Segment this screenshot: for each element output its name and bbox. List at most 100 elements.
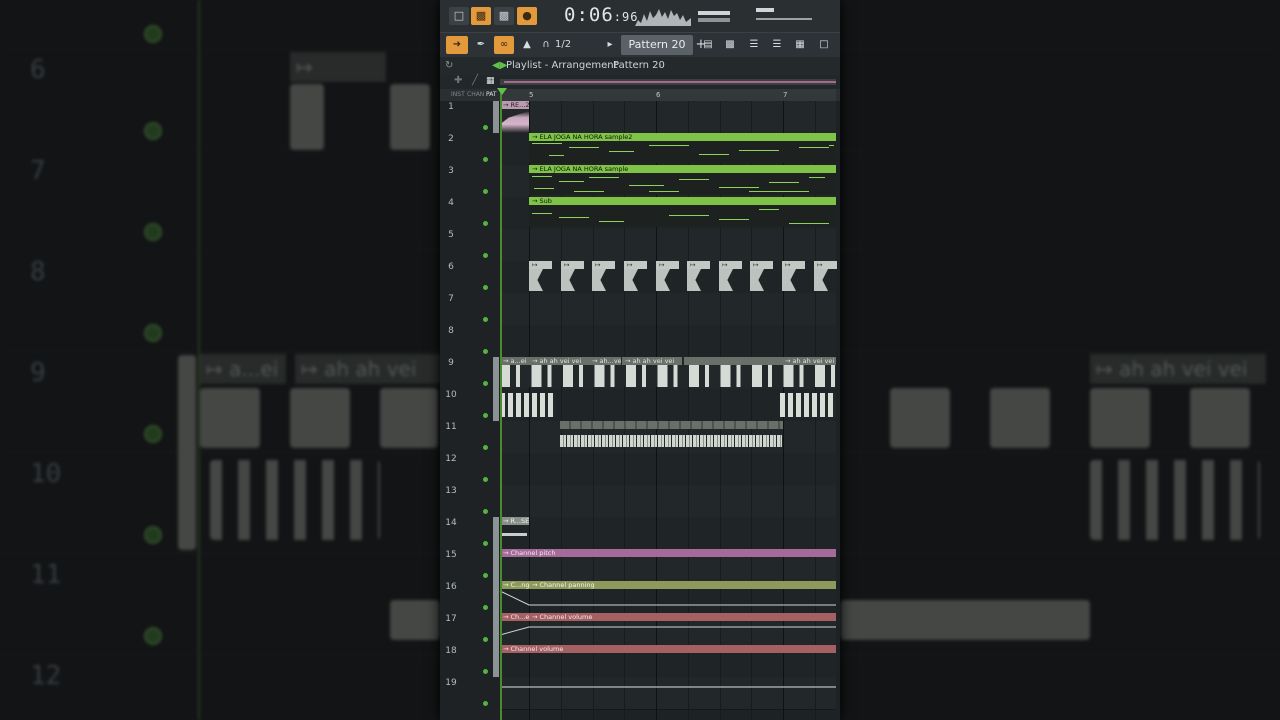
clip-header[interactable]: → Channel panning — [529, 581, 836, 589]
vocal-waveform[interactable] — [560, 435, 782, 447]
clip-body[interactable] — [529, 141, 836, 163]
time-display[interactable]: 0:06:96 — [564, 4, 638, 26]
clip-header[interactable]: → ah ah vei vei — [782, 357, 836, 365]
track-lane[interactable] — [500, 677, 836, 710]
track-mute-led[interactable] — [483, 413, 488, 418]
slice-icon[interactable]: ╱ — [472, 75, 478, 86]
clip-header[interactable]: ↦ — [656, 261, 679, 269]
clip-header[interactable]: ↦ — [750, 261, 773, 269]
playhead-handle-icon[interactable] — [497, 88, 507, 95]
vocal-waveform[interactable] — [500, 365, 836, 387]
clip-header[interactable]: → ah ah vei vei — [529, 357, 589, 365]
clip-header[interactable]: → a...ei — [500, 357, 529, 365]
tempo-button[interactable]: ▩ — [494, 7, 514, 25]
clip-header[interactable]: ↦ — [624, 261, 647, 269]
track-mute-led[interactable] — [483, 381, 488, 386]
clip-header[interactable] — [684, 357, 784, 365]
playhead-marker[interactable] — [500, 89, 502, 720]
track-group-grip[interactable] — [493, 613, 499, 645]
breadcrumb-title[interactable]: Playlist - Arrangement — [506, 57, 618, 74]
stamp-icon[interactable]: ▲ — [517, 36, 537, 54]
menu-icon[interactable]: ↻ — [445, 57, 453, 74]
track-lane[interactable] — [500, 485, 836, 518]
track-mute-led[interactable] — [483, 573, 488, 578]
track-mute-led[interactable] — [483, 541, 488, 546]
track-mute-led[interactable] — [483, 317, 488, 322]
track-lane[interactable] — [500, 453, 836, 486]
chopped-clip[interactable] — [780, 393, 836, 417]
playlist-icon[interactable]: ☰ — [744, 36, 764, 54]
clip-header[interactable]: → Channel volume — [529, 613, 836, 621]
song-mode-button[interactable]: ▩ — [471, 7, 491, 25]
channel-rack-icon[interactable]: ▤ — [698, 36, 718, 54]
track-group-grip[interactable] — [493, 101, 499, 133]
track-mute-led[interactable] — [483, 221, 488, 226]
clip-header[interactable]: ↦ — [719, 261, 742, 269]
track-lane[interactable] — [500, 517, 836, 550]
track-mute-led[interactable] — [483, 157, 488, 162]
clip-header[interactable]: → Channel pitch — [500, 549, 836, 557]
track-lane[interactable] — [500, 325, 836, 358]
clip-header[interactable]: ↦ — [592, 261, 615, 269]
mixer-icon[interactable]: ☰ — [767, 36, 787, 54]
track-mute-led[interactable] — [483, 189, 488, 194]
grid-icon[interactable]: ▦ — [486, 76, 495, 86]
track-lane[interactable] — [500, 293, 836, 326]
piano-roll-icon[interactable]: ▩ — [720, 36, 740, 54]
header-pat[interactable]: PAT — [486, 89, 497, 101]
clip-header[interactable]: → C...ng — [500, 581, 529, 589]
browser-icon[interactable]: ▦ — [790, 36, 810, 54]
play-pattern-icon[interactable]: ▸ — [604, 36, 616, 54]
clip-header[interactable]: → RE...2 — [500, 101, 529, 109]
track-lane[interactable] — [500, 229, 836, 262]
clip-header[interactable]: → ELA JOGA NA HORA sample2 — [529, 133, 836, 141]
track-mute-led[interactable] — [483, 445, 488, 450]
file-icon[interactable]: □ — [814, 36, 834, 54]
clip-body[interactable] — [529, 173, 836, 195]
clip-header[interactable]: → ELA JOGA NA HORA sample — [529, 165, 836, 173]
track-mute-led[interactable] — [483, 125, 488, 130]
clip-header[interactable]: → ah...vei — [589, 357, 621, 365]
clip-header[interactable]: → R...SE — [500, 517, 529, 525]
clip-body[interactable] — [501, 533, 527, 536]
snap-select[interactable]: 1/2 step — [555, 36, 589, 68]
chopped-clip[interactable] — [500, 393, 556, 417]
record-button[interactable]: ● — [517, 7, 537, 25]
track-mute-led[interactable] — [483, 669, 488, 674]
clip-header[interactable]: ↦ — [687, 261, 710, 269]
header-chan[interactable]: CHAN — [467, 89, 484, 101]
track-mute-led[interactable] — [483, 701, 488, 706]
clip-header[interactable]: ↦ — [814, 261, 837, 269]
clip-header[interactable] — [560, 421, 783, 429]
track-mute-led[interactable] — [483, 637, 488, 642]
clip-header[interactable]: ↦ — [529, 261, 552, 269]
track-mute-led[interactable] — [483, 285, 488, 290]
draw-tool-button[interactable]: ➜ — [446, 36, 468, 54]
header-inst[interactable]: INST — [451, 89, 465, 101]
clip-body[interactable] — [529, 205, 836, 227]
timeline-ruler[interactable]: 5 6 7 — [500, 89, 836, 101]
track-group-grip[interactable] — [493, 581, 499, 613]
magnet-icon[interactable]: ∩ — [540, 36, 552, 54]
track-group-grip[interactable] — [493, 645, 499, 677]
track-mute-led[interactable] — [483, 509, 488, 514]
clip-header[interactable]: ↦ — [561, 261, 584, 269]
clip-header[interactable]: ↦ — [782, 261, 805, 269]
clip-header[interactable]: → Sub — [529, 197, 836, 205]
track-group-grip[interactable] — [493, 549, 499, 581]
link-icon[interactable]: ∞ — [494, 36, 514, 54]
track-group-grip[interactable] — [493, 357, 499, 421]
track-mute-led[interactable] — [483, 349, 488, 354]
paint-tool-button[interactable]: ✒ — [471, 36, 491, 54]
pattern-selector[interactable]: Pattern 20 — [621, 35, 693, 55]
clip-header[interactable]: → ah ah vei vei — [622, 357, 682, 365]
clip-header[interactable]: → Ch...e — [500, 613, 529, 621]
clip-header[interactable]: → Channel volume — [500, 645, 836, 653]
track-mute-led[interactable] — [483, 253, 488, 258]
track-lane[interactable] — [500, 101, 836, 134]
track-group-grip[interactable] — [493, 517, 499, 549]
track-mute-led[interactable] — [483, 477, 488, 482]
track-mute-led[interactable] — [483, 605, 488, 610]
move-icon[interactable]: ✚ — [454, 75, 462, 86]
pattern-mode-button[interactable]: □ — [449, 7, 469, 25]
